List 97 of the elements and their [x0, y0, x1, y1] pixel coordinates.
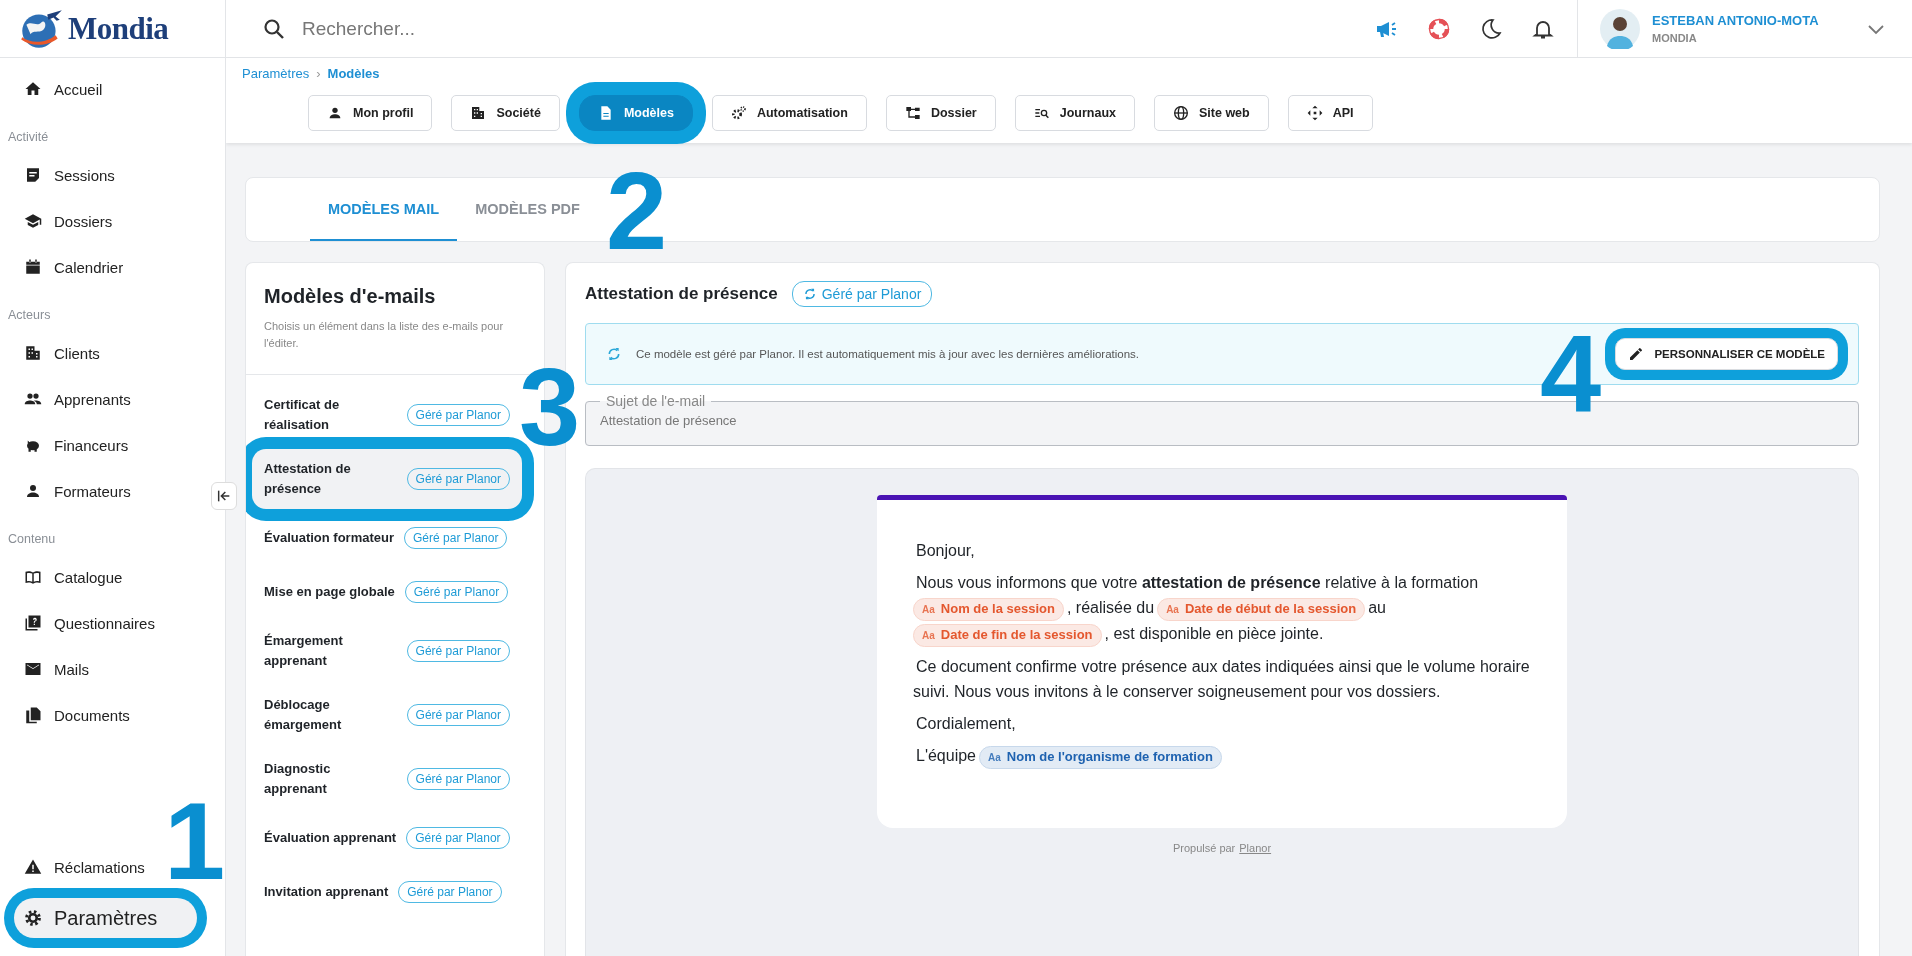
settings-tab[interactable]: API: [1287, 95, 1373, 131]
template-name: Diagnostic apprenant: [264, 760, 332, 798]
template-item[interactable]: Mise en page globale Géré par Planor: [252, 567, 522, 617]
variable-chip[interactable]: Aa Nom de l'organisme de formation: [979, 746, 1222, 769]
envelope-icon: [24, 660, 42, 678]
template-item[interactable]: Évaluation formateur Géré par Planor: [252, 513, 522, 563]
breadcrumb-link[interactable]: Modèles: [327, 66, 380, 81]
email-text: Bonjour,: [916, 542, 975, 559]
documents-icon: [24, 706, 42, 724]
section-heading: Acteurs: [8, 307, 52, 324]
home-icon: [24, 80, 42, 98]
move-arrows-icon: [1306, 105, 1323, 121]
variable-icon: Aa: [1166, 604, 1179, 615]
search-icon[interactable]: [262, 16, 286, 41]
settings-tab[interactable]: Mon profil: [308, 95, 433, 131]
sidebar-item[interactable]: Accueil: [8, 66, 203, 112]
search-field[interactable]: Rechercher...: [300, 16, 704, 41]
sidebar-item[interactable]: Catalogue: [8, 554, 203, 600]
template-item[interactable]: Déblocage émargement Géré par Planor: [252, 685, 522, 745]
moon-icon[interactable]: [1479, 16, 1503, 41]
pencil-icon: [1628, 346, 1645, 362]
graduation-cap-icon: [24, 212, 42, 230]
sidebar-item[interactable]: Dossiers: [8, 198, 203, 244]
calendar-icon: [24, 258, 42, 276]
step-number: 1: [164, 786, 226, 896]
template-item[interactable]: Invitation apprenant Géré par Planor: [252, 867, 522, 917]
email-text: L'équipe: [916, 747, 976, 764]
warning-icon: [24, 858, 42, 876]
document-icon: [24, 166, 42, 184]
template-name: Certificat de réalisation: [264, 396, 341, 434]
template-name: Évaluation formateur: [264, 529, 395, 547]
template-item[interactable]: Évaluation apprenant Géré par Planor: [252, 813, 522, 863]
template-name: Invitation apprenant: [264, 883, 389, 901]
footer-text: Propulsé par: [1172, 842, 1236, 854]
logo[interactable]: Mondia: [0, 0, 225, 58]
template-name: Émargement apprenant: [264, 632, 344, 670]
sidebar-item[interactable]: Formateurs: [8, 468, 203, 514]
email-text: Cordialement,: [916, 715, 1016, 732]
template-name: Attestation de présence: [264, 460, 352, 498]
template-name: Déblocage émargement: [264, 696, 343, 734]
sidebar-item[interactable]: Clients: [8, 330, 203, 376]
sidebar-item[interactable]: Financeurs: [8, 422, 203, 468]
hierarchy-icon: [904, 105, 921, 121]
settings-tab[interactable]: Journaux: [1014, 95, 1135, 131]
breadcrumb-separator: ›: [316, 66, 321, 81]
settings-tab[interactable]: Site web: [1154, 95, 1269, 131]
info-text: Ce modèle est géré par Planor. Il est automatiquement mis à jour avec les dernières améliorations.: [636, 348, 1141, 360]
sidebar-item[interactable]: Mails: [8, 646, 203, 692]
building-icon: [470, 105, 487, 121]
variable-icon: Aa: [922, 630, 935, 641]
globe-icon: [1173, 105, 1189, 121]
panel-title: Modèles d'e-mails: [264, 285, 437, 308]
settings-tab[interactable]: Automatisation: [711, 95, 867, 131]
section-heading: Contenu: [8, 531, 57, 548]
collapse-button[interactable]: [211, 482, 237, 510]
book-icon: [24, 568, 42, 586]
company-name: MONDIA: [1652, 32, 1698, 44]
building-icon: [24, 344, 42, 362]
panel-subtitle: Choisis un élément dans la liste des e-mails pour l'éditer.: [264, 319, 505, 351]
variable-icon: Aa: [922, 604, 935, 615]
variable-icon: Aa: [988, 752, 1001, 763]
settings-tab[interactable]: Dossier: [885, 95, 996, 131]
email-text: au: [1368, 599, 1386, 616]
badge-label: Géré par Planor: [821, 286, 922, 302]
field-value: Attestation de présence: [600, 413, 737, 428]
settings-tab[interactable]: Société: [451, 95, 560, 131]
field-label: Sujet de l'e-mail: [605, 393, 707, 409]
email-text: , est disponible en pièce jointe.: [1104, 625, 1324, 642]
sidebar-item[interactable]: Questionnaires: [8, 600, 203, 646]
template-name: Évaluation apprenant: [264, 829, 397, 847]
avatar[interactable]: [1600, 8, 1640, 49]
question-icon: [24, 614, 42, 632]
sidebar-item[interactable]: Calendrier: [8, 244, 203, 290]
template-item[interactable]: Diagnostic apprenant Géré par Planor: [252, 749, 522, 809]
template-item[interactable]: Certificat de réalisation Géré par Planor: [252, 385, 522, 445]
email-text: Nous vous informons que votre attestation de présence relative à la formation: [916, 574, 1479, 591]
refresh-icon: [802, 287, 817, 301]
sidebar-item[interactable]: Apprenants: [8, 376, 203, 422]
refresh-icon: [606, 346, 622, 362]
template-item[interactable]: Émargement apprenant Géré par Planor: [252, 621, 522, 681]
section-heading: Activité: [8, 129, 50, 146]
person-icon: [24, 482, 42, 500]
sidebar-item[interactable]: Sessions: [8, 152, 203, 198]
template-tab[interactable]: MODÈLES MAIL: [310, 178, 458, 241]
email-text: Ce document confirme votre présence aux dates indiquées ainsi que le volume horaire suivi. Nous vous invitons à le conserver soigneusement pour vos dossiers.: [913, 658, 1530, 700]
collapse-icon: [216, 488, 232, 504]
sidebar-item[interactable]: Documents: [8, 692, 203, 738]
step-number: 2: [606, 156, 668, 266]
template-title: Attestation de présence: [585, 284, 778, 304]
user-name: ESTEBAN ANTONIO-MOTA: [1652, 13, 1820, 28]
breadcrumb-link[interactable]: Paramètres: [242, 66, 310, 81]
person-icon: [327, 105, 343, 121]
settings-icon: [24, 909, 42, 927]
email-text: , réalisée du: [1066, 599, 1155, 616]
step-number: 3: [519, 352, 581, 462]
template-name: Mise en page globale: [264, 583, 395, 601]
lifebuoy-icon[interactable]: [1427, 16, 1451, 41]
